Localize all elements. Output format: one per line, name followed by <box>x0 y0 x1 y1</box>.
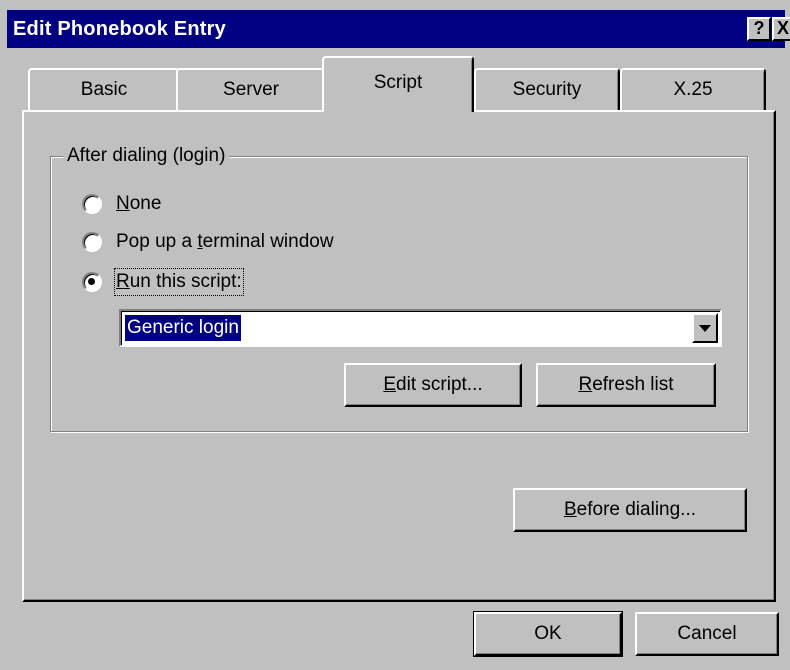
close-button[interactable]: X <box>772 17 790 41</box>
tab-server[interactable]: Server <box>176 68 326 110</box>
dropdown-arrow-button[interactable] <box>692 313 718 343</box>
radio-run-script-label[interactable]: Run this script: <box>114 268 244 296</box>
script-dropdown-value: Generic login <box>125 315 241 341</box>
cancel-button[interactable]: Cancel <box>635 612 779 656</box>
tab-script[interactable]: Script <box>322 56 474 112</box>
ok-button[interactable]: OK <box>473 611 623 657</box>
radio-run-script-indicator[interactable] <box>82 272 102 292</box>
edit-script-button[interactable]: Edit script... <box>344 363 522 407</box>
help-button[interactable]: ? <box>747 17 771 41</box>
radio-none-indicator[interactable] <box>82 194 102 214</box>
script-dropdown[interactable]: Generic login <box>119 309 722 347</box>
chevron-down-icon <box>699 325 711 332</box>
refresh-list-button[interactable]: Refresh list <box>536 363 716 407</box>
window-title: Edit Phonebook Entry <box>13 18 226 40</box>
tab-basic[interactable]: Basic <box>28 68 180 110</box>
after-dialing-group-label: After dialing (login) <box>63 145 230 167</box>
before-dialing-button[interactable]: Before dialing... <box>513 488 747 532</box>
title-bar[interactable]: Edit Phonebook Entry ? X <box>7 10 790 48</box>
radio-terminal-window-indicator[interactable] <box>82 232 102 252</box>
tab-security[interactable]: Security <box>474 68 620 110</box>
radio-none-label[interactable]: None <box>116 192 161 216</box>
radio-terminal-window-label[interactable]: Pop up a terminal window <box>116 230 334 254</box>
tab-x25[interactable]: X.25 <box>620 68 766 110</box>
edit-phonebook-entry-dialog: Edit Phonebook Entry ? X Basic Server Sc… <box>0 0 790 670</box>
